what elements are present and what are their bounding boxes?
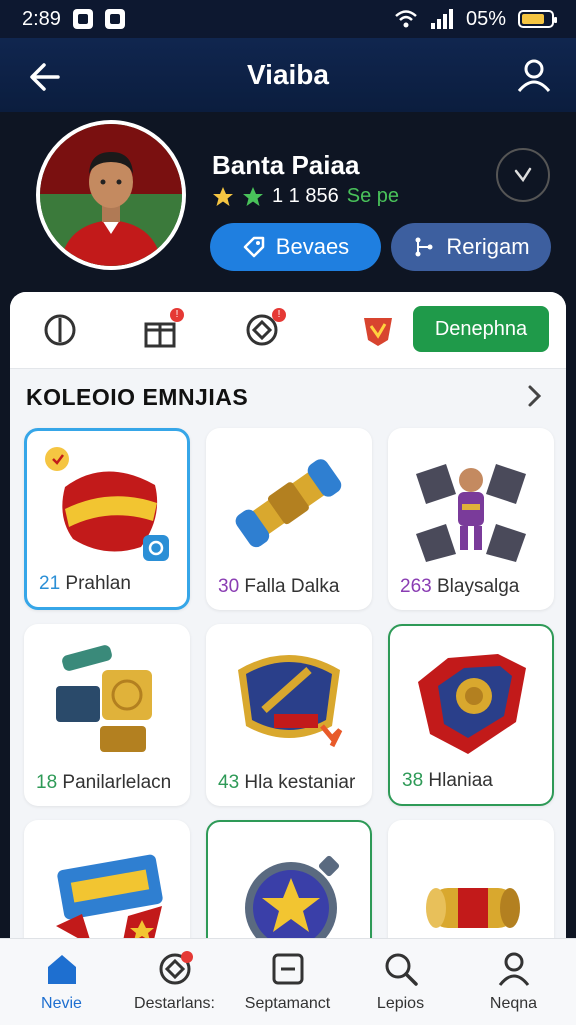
profile-icon[interactable] [516,57,552,93]
signal-icon [430,9,453,29]
section-title: KOLEOIO EMNJIAS [26,384,249,410]
status-bar: 2:89 05% [0,0,576,38]
status-time: 2:89 [22,7,61,30]
nav-label: Septamanct [244,995,331,1012]
primary-action-button[interactable]: Bevaes [210,223,381,271]
chevron-right-icon[interactable] [522,384,546,408]
target-badge: ! [272,308,286,322]
player-photo [40,124,182,266]
secondary-action-label: Rerigam [446,234,530,259]
nav-label: Neqna [489,995,538,1012]
collection-item[interactable]: 43 Hla kestaniar [206,624,372,806]
item-label: 21 Prahlan [39,573,131,594]
app-bar: Viaiba [0,38,576,112]
minus-box-icon [272,953,303,985]
item-label: 43 Hla kestaniar [218,772,356,793]
scroll-item-art [235,459,342,548]
nav-destinations[interactable]: Destarlans: [117,951,232,1021]
battery-percent: 05% [465,7,506,30]
item-label: 38 Hlaniaa [402,770,493,791]
compass-icon[interactable] [40,310,80,350]
tag-icon [243,236,265,258]
share-icon [415,237,433,257]
green-star-icon [243,186,263,206]
user-icon [498,952,529,986]
options-button[interactable] [496,148,550,202]
secondary-action-button[interactable]: Rerigam [391,223,551,271]
home-icon [47,955,76,984]
collection-item[interactable]: 18 Panilarlelacn [24,624,190,806]
nav-home[interactable]: Nevie [4,951,119,1021]
cards-item-art [56,645,152,752]
gift-badge: ! [170,308,184,322]
item-label: 18 Panilarlelacn [36,772,172,793]
item-label: 263 Blaysalga [400,576,520,597]
collection-item[interactable]: 21 Prahlan [24,428,190,610]
check-clock-icon [514,167,532,183]
collection-item[interactable]: 38 Hlaniaa [388,624,554,806]
target-icon [159,951,193,985]
star-icon [213,186,233,206]
action-row: ! ! Denephna [10,292,566,369]
item-label: 30 Falla Dalka [218,576,340,597]
shield-badge-icon[interactable] [358,310,398,350]
primary-action-label: Bevaes [275,234,350,259]
banner-item-art [45,447,169,561]
nav-search[interactable]: Lepios [343,951,458,1021]
app-title: Viaiba [247,59,329,90]
nav-profile[interactable]: Neqna [456,951,571,1021]
nav-label: Destarlans: [134,995,215,1012]
warrior-figure-art [416,464,526,562]
collection-item[interactable]: 263 Blaysalga [388,428,554,610]
nav-label: Nevie [41,995,82,1012]
green-action-button[interactable]: Denephna [413,306,549,352]
content-card: ! ! Denephna KOLEOIO EMNJIAS 21 Prahlan [10,292,566,1024]
player-name: Banta Paiaa [212,150,360,180]
wifi-icon [395,10,417,28]
rating-subtitle: Se pe [346,185,399,207]
nav-label: Lepios [376,995,425,1012]
nav-settlement[interactable]: Septamanct [230,951,345,1021]
rating-value: 1 1 856 [272,185,339,207]
back-arrow-icon[interactable] [28,60,62,94]
emblem-item-art [238,655,343,748]
collection-item[interactable]: 30 Falla Dalka [206,428,372,610]
avatar[interactable] [36,120,186,270]
app-notification-icon [104,9,125,29]
shield-item-art [418,654,526,754]
notification-icon [72,9,93,29]
rating-row: 1 1 856 Se pe [212,185,399,208]
search-icon [385,953,418,986]
battery-icon [518,10,557,28]
bottom-nav: Nevie Destarlans: Septamanct Lepios Neqn… [0,938,576,1025]
